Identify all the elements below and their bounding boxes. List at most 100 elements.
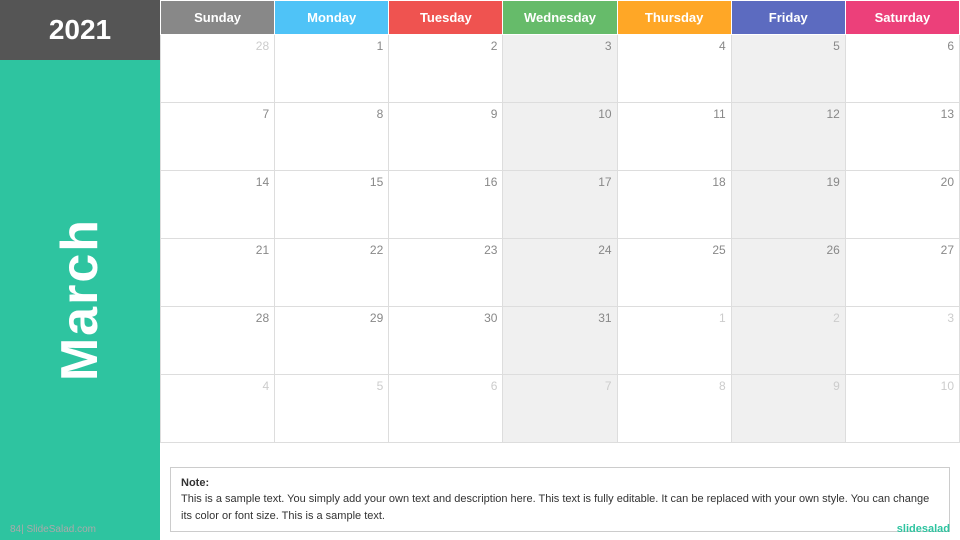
day-number: 26: [737, 243, 840, 257]
day-number: 23: [394, 243, 497, 257]
calendar-cell: 22: [275, 239, 389, 307]
calendar-cell: 6: [845, 35, 959, 103]
calendar-row: 789 10 11 12 13: [161, 103, 960, 171]
footer-brand: slidesalad: [897, 523, 950, 535]
day-number: 15: [280, 175, 383, 189]
calendar-cell: 10: [845, 375, 959, 443]
day-number: 5: [280, 379, 383, 393]
calendar-cell: 26: [731, 239, 845, 307]
header-tuesday: Tuesday: [389, 1, 503, 35]
day-number: 7: [508, 379, 611, 393]
day-number: 31: [508, 311, 611, 325]
header-saturday: Saturday: [845, 1, 959, 35]
calendar-cell: 30: [389, 307, 503, 375]
calendar-row: 28 29 30 31 123: [161, 307, 960, 375]
year-label: 2021: [49, 14, 111, 46]
day-number: 18: [623, 175, 726, 189]
day-number: 10: [508, 107, 611, 121]
header-wednesday: Wednesday: [503, 1, 617, 35]
day-number: 5: [737, 39, 840, 53]
calendar-cell: 8: [275, 103, 389, 171]
calendar-cell: 1: [275, 35, 389, 103]
calendar-cell: 2: [731, 307, 845, 375]
day-number: 24: [508, 243, 611, 257]
calendar-cell: 8: [617, 375, 731, 443]
day-number: 4: [166, 379, 269, 393]
calendar-cell: 27: [845, 239, 959, 307]
calendar-cell: 21: [161, 239, 275, 307]
day-number: 21: [166, 243, 269, 257]
day-number: 10: [851, 379, 954, 393]
calendar-table: Sunday Monday Tuesday Wednesday Thursday…: [160, 0, 960, 443]
sidebar-top: 2021: [0, 0, 160, 60]
day-number: 14: [166, 175, 269, 189]
day-number: 28: [166, 311, 269, 325]
calendar-cell: 24: [503, 239, 617, 307]
day-number: 7: [166, 107, 269, 121]
calendar-cell: 5: [275, 375, 389, 443]
header-sunday: Sunday: [161, 1, 275, 35]
day-number: 13: [851, 107, 954, 121]
day-number: 16: [394, 175, 497, 189]
calendar-cell: 31: [503, 307, 617, 375]
day-number: 9: [737, 379, 840, 393]
calendar-cell: 23: [389, 239, 503, 307]
footer-page: 84| SlideSalad.com: [10, 524, 96, 535]
day-number: 9: [394, 107, 497, 121]
calendar-cell: 28: [161, 35, 275, 103]
main-content: Sunday Monday Tuesday Wednesday Thursday…: [160, 0, 960, 540]
calendar-row: 21 22 23 24 25 26 27: [161, 239, 960, 307]
day-number: 11: [623, 107, 726, 121]
calendar-cell: 15: [275, 171, 389, 239]
calendar-cell: 9: [389, 103, 503, 171]
calendar-cell: 2: [389, 35, 503, 103]
day-number: 6: [394, 379, 497, 393]
calendar-cell: 6: [389, 375, 503, 443]
day-number: 1: [623, 311, 726, 325]
day-number: 2: [394, 39, 497, 53]
sidebar-main: March: [0, 60, 160, 540]
day-number: 6: [851, 39, 954, 53]
day-number: 17: [508, 175, 611, 189]
calendar-cell: 7: [503, 375, 617, 443]
calendar-cell: 4: [617, 35, 731, 103]
calendar-cell: 28: [161, 307, 275, 375]
day-number: 27: [851, 243, 954, 257]
calendar-cell: 3: [503, 35, 617, 103]
calendar-cell: 25: [617, 239, 731, 307]
calendar-container: Sunday Monday Tuesday Wednesday Thursday…: [160, 0, 960, 461]
calendar-row: 14 15 16 17 18 19 20: [161, 171, 960, 239]
calendar-cell: 16: [389, 171, 503, 239]
day-number: 3: [508, 39, 611, 53]
footer: 84| SlideSalad.com slidesalad: [0, 518, 960, 540]
day-number: 30: [394, 311, 497, 325]
calendar-cell: 14: [161, 171, 275, 239]
note-label: Note:: [181, 477, 209, 489]
day-number: 12: [737, 107, 840, 121]
calendar-cell: 20: [845, 171, 959, 239]
day-number: 1: [280, 39, 383, 53]
day-number: 29: [280, 311, 383, 325]
calendar-cell: 5: [731, 35, 845, 103]
calendar-header-row: Sunday Monday Tuesday Wednesday Thursday…: [161, 1, 960, 35]
day-number: 8: [280, 107, 383, 121]
calendar-cell: 9: [731, 375, 845, 443]
calendar-cell: 18: [617, 171, 731, 239]
calendar-row: 28 123456: [161, 35, 960, 103]
calendar-cell: 13: [845, 103, 959, 171]
calendar-cell: 3: [845, 307, 959, 375]
calendar-row: 456789 10: [161, 375, 960, 443]
header-monday: Monday: [275, 1, 389, 35]
header-friday: Friday: [731, 1, 845, 35]
calendar-cell: 11: [617, 103, 731, 171]
calendar-cell: 12: [731, 103, 845, 171]
day-number: 20: [851, 175, 954, 189]
calendar-cell: 1: [617, 307, 731, 375]
day-number: 22: [280, 243, 383, 257]
calendar-cell: 29: [275, 307, 389, 375]
day-number: 2: [737, 311, 840, 325]
month-label: March: [50, 218, 110, 381]
calendar-cell: 4: [161, 375, 275, 443]
calendar-cell: 19: [731, 171, 845, 239]
day-number: 25: [623, 243, 726, 257]
